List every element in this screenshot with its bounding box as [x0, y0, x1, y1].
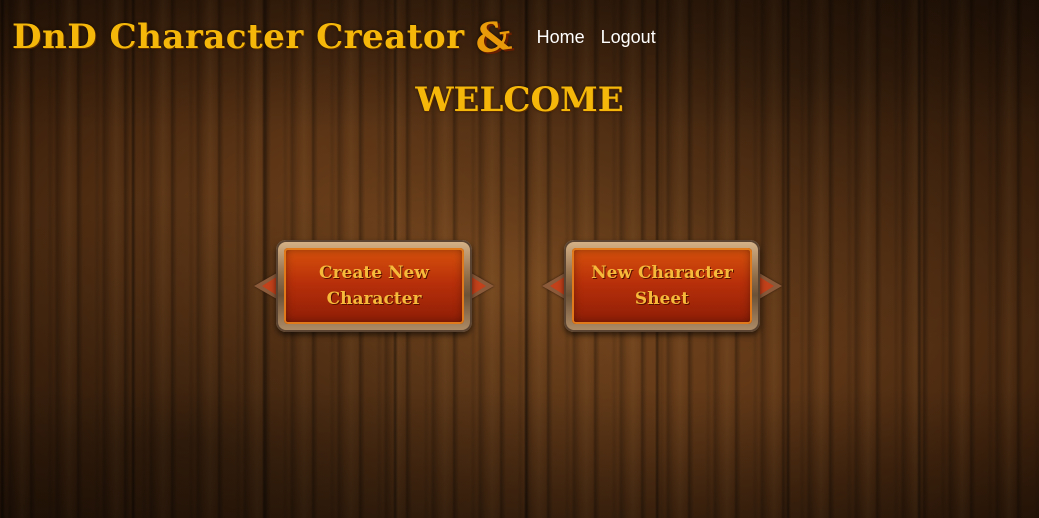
- main-nav: Home Logout: [537, 27, 656, 48]
- button-frame: Create New Character: [276, 240, 472, 332]
- new-character-sheet-button[interactable]: New Character Sheet: [542, 240, 782, 332]
- button-frame: New Character Sheet: [564, 240, 760, 332]
- right-spike-ornament-core: [758, 276, 774, 296]
- button-face: New Character Sheet: [572, 248, 752, 324]
- wood-background: [0, 0, 1039, 518]
- create-new-character-button[interactable]: Create New Character: [254, 240, 494, 332]
- site-title: DnD Character Creator: [12, 17, 465, 57]
- welcome-heading: WELCOME: [415, 80, 624, 120]
- site-header: DnD Character Creator & Home Logout: [12, 11, 656, 63]
- create-new-character-label: Create New Character: [319, 263, 429, 309]
- nav-logout-link[interactable]: Logout: [601, 27, 656, 48]
- nav-home-link[interactable]: Home: [537, 27, 585, 48]
- button-face: Create New Character: [284, 248, 464, 324]
- dnd-ampersand-logo-icon: &: [471, 11, 514, 63]
- new-character-sheet-label: New Character Sheet: [591, 263, 733, 309]
- right-spike-ornament-core: [470, 276, 486, 296]
